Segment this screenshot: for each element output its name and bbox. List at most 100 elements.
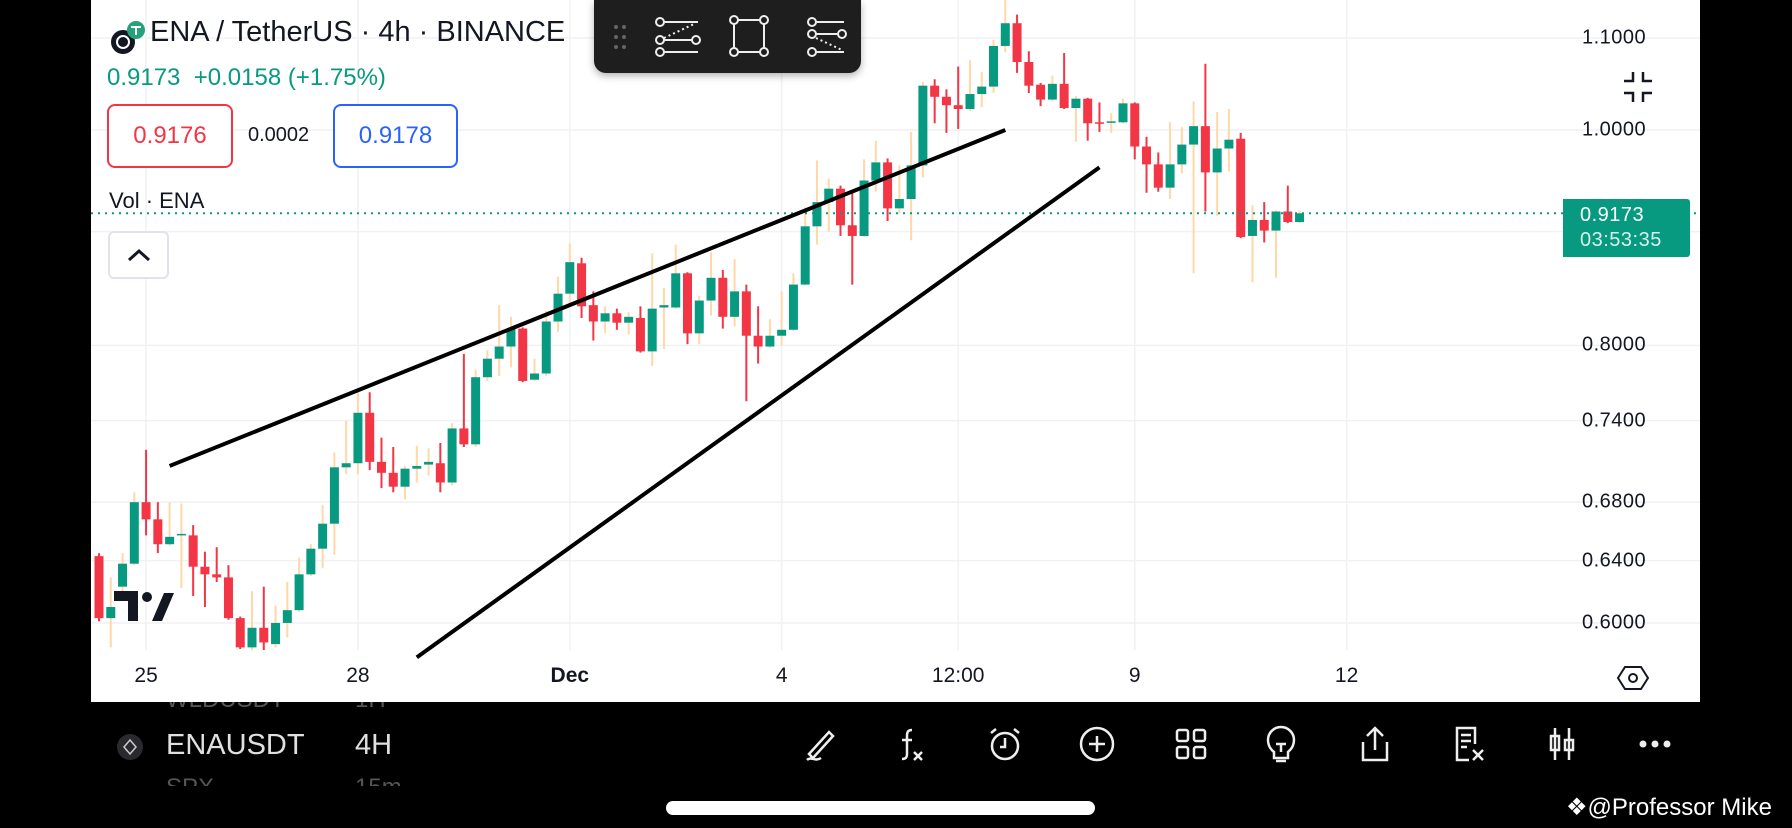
symbol-selector[interactable]: ENAUSDT: [166, 729, 305, 762]
bar-countdown: 03:53:35: [1580, 229, 1662, 251]
candle-body: [965, 94, 975, 110]
share-icon[interactable]: [1355, 724, 1395, 764]
rectangle-tool-icon[interactable]: [729, 15, 769, 57]
candle: [118, 553, 128, 592]
candle-body: [1000, 23, 1010, 46]
candle: [482, 350, 492, 381]
candle: [989, 39, 999, 94]
time-axis-label: 25: [134, 664, 158, 687]
volume-indicator-label[interactable]: Vol · ENA: [109, 188, 204, 214]
disjoint-channel-icon[interactable]: [807, 17, 847, 57]
symbol-title[interactable]: ENA / TetherUS · 4h · BINANCE: [150, 16, 565, 49]
candle: [941, 89, 951, 133]
candle: [494, 305, 504, 376]
time-axis-label: 28: [346, 664, 370, 687]
candle: [600, 306, 610, 334]
candlestick-chart[interactable]: [91, 0, 1700, 702]
clear-list-icon[interactable]: [1449, 724, 1489, 764]
watermark: ❖@Professor Mike: [1566, 793, 1772, 822]
watermark-text: @Professor Mike: [1587, 794, 1772, 821]
exit-fullscreen-icon[interactable]: [1622, 71, 1654, 103]
candle-body: [518, 328, 528, 381]
candle-body: [989, 45, 999, 87]
candle: [1142, 136, 1152, 193]
candle-body: [94, 556, 104, 619]
candle: [141, 449, 151, 536]
candle-body: [318, 523, 328, 549]
candle-body: [894, 198, 904, 209]
grid-icon[interactable]: [1171, 724, 1211, 764]
candle-body: [1283, 211, 1293, 223]
candle-body: [765, 335, 775, 347]
candle-body: [635, 317, 645, 352]
time-axis-label: 12: [1334, 664, 1359, 687]
current-price-tag: 0.9173 03:53:35: [1563, 199, 1690, 257]
function-icon[interactable]: [890, 724, 930, 764]
candle-body: [718, 277, 728, 317]
alarm-icon[interactable]: [985, 724, 1025, 764]
candle: [565, 243, 575, 307]
candle: [447, 423, 457, 486]
pencil-icon[interactable]: [801, 724, 841, 764]
candle-body: [188, 535, 198, 567]
chevron-up-icon: [127, 248, 150, 262]
candle: [353, 392, 363, 475]
candle: [259, 586, 269, 650]
candle-body: [565, 262, 575, 294]
candle: [165, 502, 175, 546]
candle-body: [1200, 126, 1210, 173]
candle-body: [459, 428, 469, 445]
candle: [612, 308, 622, 330]
candle: [965, 60, 975, 111]
candle: [235, 616, 245, 650]
chart-settings-icon[interactable]: [1616, 665, 1650, 691]
candle-body: [871, 162, 881, 181]
buy-button[interactable]: 0.9178: [333, 104, 458, 168]
collapse-legend-button[interactable]: [108, 231, 169, 279]
candle: [424, 448, 434, 476]
more-icon[interactable]: [1635, 724, 1675, 764]
candle-body: [753, 335, 763, 347]
candle: [671, 244, 681, 309]
parallel-channel-icon[interactable]: [655, 17, 701, 57]
candle: [365, 392, 375, 471]
candle: [1047, 75, 1057, 102]
candle: [753, 306, 763, 364]
candle-body: [400, 468, 410, 487]
drag-handle-icon[interactable]: [614, 25, 626, 49]
chart-area[interactable]: [91, 0, 1700, 702]
candle-body: [600, 313, 610, 322]
candle: [176, 503, 186, 589]
candle-body: [883, 162, 893, 209]
home-indicator[interactable]: [666, 801, 1095, 815]
candle-body: [1106, 121, 1116, 123]
lightbulb-icon[interactable]: [1261, 724, 1301, 764]
sell-button[interactable]: 0.9176: [107, 104, 233, 168]
candle: [1130, 102, 1140, 160]
candle: [683, 272, 692, 345]
ghost-symbol-next: SPX: [166, 774, 214, 786]
drawing-toolbar: [594, 0, 861, 73]
candle: [1000, 0, 1010, 53]
candle-body: [541, 321, 551, 374]
timeframe-selector[interactable]: 4H: [355, 729, 392, 762]
candle: [741, 284, 751, 402]
candle-body: [706, 277, 716, 301]
spread-value: 0.0002: [248, 124, 310, 146]
candle: [506, 316, 516, 368]
candle: [223, 565, 233, 620]
candle-body: [671, 273, 681, 308]
candle-body: [1094, 122, 1104, 124]
candle: [824, 178, 834, 232]
candle-body: [977, 86, 987, 95]
candle-body: [435, 463, 445, 483]
candle-body: [1047, 83, 1057, 100]
plus-circle-icon[interactable]: [1077, 724, 1117, 764]
candles-icon[interactable]: [1542, 724, 1582, 764]
current-price-label: 0.9173: [1580, 204, 1645, 226]
candle: [1259, 202, 1269, 243]
candle: [1212, 111, 1222, 216]
candle-body: [1177, 144, 1187, 165]
candle-body: [741, 291, 751, 336]
candle: [624, 312, 634, 335]
